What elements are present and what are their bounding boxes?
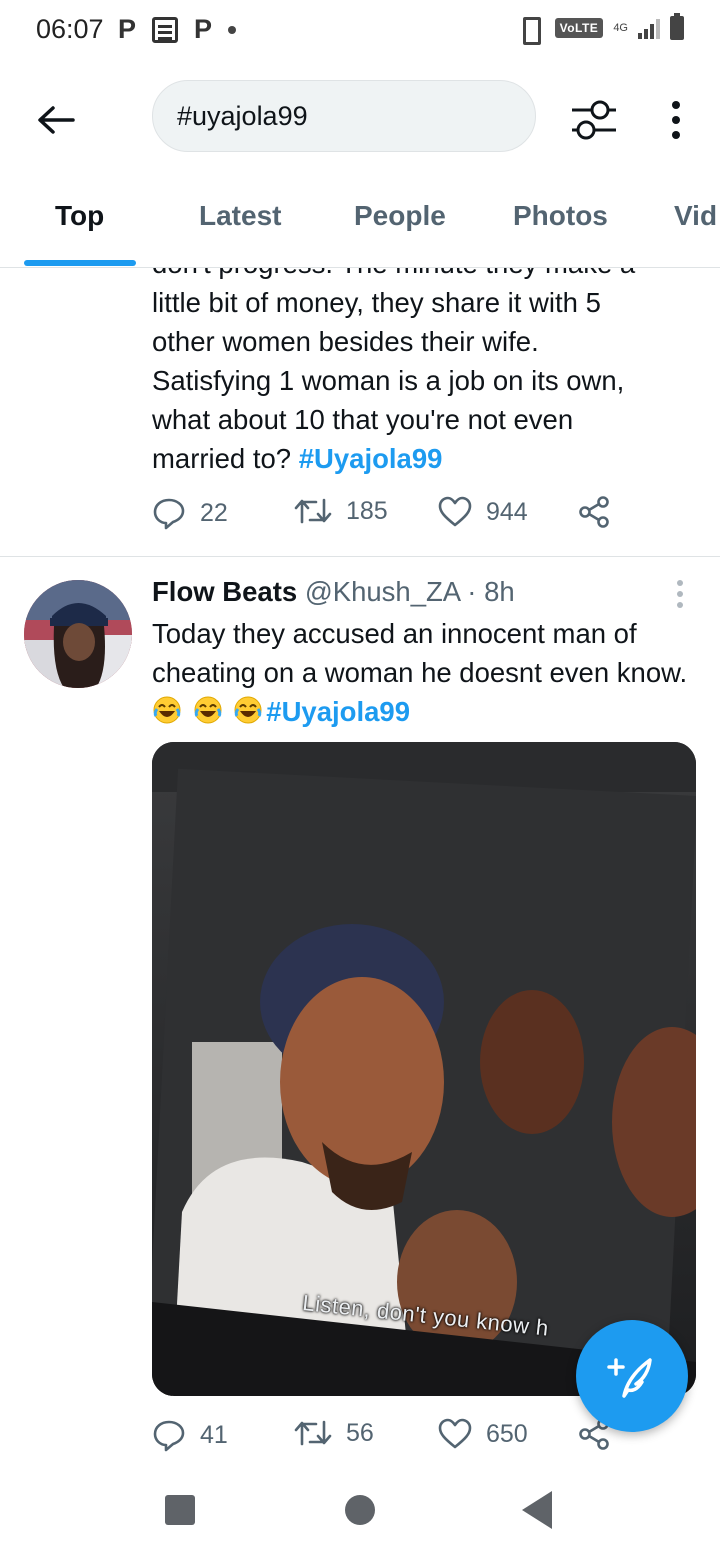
laughing-emoji-icon — [234, 696, 262, 724]
tweet-actions: 22 185 944 — [152, 496, 632, 536]
tweet-text-line: married to? #Uyajola99 — [152, 439, 692, 478]
overflow-menu-button[interactable] — [650, 92, 702, 148]
dot-icon — [672, 101, 680, 109]
reply-icon — [153, 498, 185, 530]
timeline[interactable]: don't progress. The minute they make a l… — [0, 268, 720, 1468]
reply-count: 22 — [200, 498, 228, 527]
laughing-emoji-icon — [194, 696, 222, 724]
tweet-text: Today they accused an innocent man of ch… — [152, 614, 697, 731]
sliders-icon — [572, 100, 616, 140]
tweet-text-line: don't progress. The minute they make a — [152, 268, 692, 283]
network-type: 4G — [613, 22, 628, 34]
tweet-text-line: Satisfying 1 woman is a job on its own, — [152, 365, 625, 396]
back-button[interactable] — [28, 92, 84, 148]
tab-latest[interactable]: Latest — [199, 200, 281, 232]
reply-icon — [153, 1420, 185, 1452]
tweet-text: don't progress. The minute they make a l… — [152, 268, 692, 478]
p-notification-icon: P — [118, 14, 137, 44]
recent-apps-button[interactable] — [165, 1495, 195, 1525]
vibrate-icon — [515, 17, 545, 45]
tweet-time: 8h — [484, 576, 515, 607]
home-button[interactable] — [345, 1495, 375, 1525]
tweet-media-image[interactable]: Listen, don't you know h — [152, 742, 696, 1396]
search-filter-button[interactable] — [566, 92, 622, 148]
retweet-button[interactable]: 185 — [294, 496, 388, 526]
like-button[interactable]: 650 — [438, 1418, 528, 1450]
retweet-button[interactable]: 56 — [294, 1418, 374, 1448]
reply-button[interactable]: 22 — [152, 496, 228, 530]
tweet-actions: 41 56 650 — [152, 1418, 632, 1458]
tweet-divider — [0, 556, 720, 557]
heart-icon — [438, 496, 472, 527]
like-count: 650 — [486, 1419, 528, 1448]
signal-icon — [638, 17, 660, 39]
heart-icon — [438, 1418, 472, 1449]
notification-icons: P P — [118, 14, 237, 45]
tweet-header: Flow Beats @Khush_ZA · 8h — [152, 576, 515, 608]
dot-icon — [672, 116, 680, 124]
retweet-icon — [294, 1420, 332, 1446]
arrow-left-icon — [38, 106, 75, 134]
retweet-count: 56 — [346, 1418, 374, 1447]
tweet-text-line: little bit of money, they share it with … — [152, 287, 601, 318]
tweet-menu-button[interactable] — [668, 580, 692, 610]
dot-icon — [677, 591, 683, 597]
tweet-text-line: other women besides their wife. — [152, 326, 539, 357]
tweet-body: Today they accused an innocent man of ch… — [152, 618, 688, 688]
system-back-button[interactable] — [522, 1491, 552, 1529]
tab-top[interactable]: Top — [55, 200, 104, 232]
status-bar: 06:07 P P VoLTE 4G — [0, 0, 720, 62]
tab-photos[interactable]: Photos — [513, 200, 608, 232]
search-input[interactable]: #uyajola99 — [152, 80, 536, 152]
dot-icon — [672, 131, 680, 139]
tweet-card[interactable]: don't progress. The minute they make a l… — [0, 268, 720, 488]
compose-feather-icon — [607, 1358, 652, 1398]
system-icons: VoLTE 4G — [515, 13, 684, 45]
dot-icon — [677, 602, 683, 608]
laughing-emoji — [152, 692, 266, 731]
search-header: #uyajola99 — [0, 62, 720, 172]
laughing-emoji-icon — [153, 696, 181, 724]
document-icon — [152, 16, 179, 43]
retweet-icon — [294, 498, 332, 524]
like-button[interactable]: 944 — [438, 496, 528, 528]
share-icon — [579, 496, 609, 528]
tab-videos[interactable]: Vid — [674, 200, 717, 232]
tweet-text-segment: married to? — [152, 443, 292, 474]
tweet-text-line: what about 10 that you're not even — [152, 404, 574, 435]
search-tabs: Top Latest People Photos Vid — [0, 190, 720, 268]
like-count: 944 — [486, 497, 528, 526]
separator: · — [467, 576, 477, 607]
avatar[interactable] — [24, 580, 132, 688]
reply-count: 41 — [200, 1420, 228, 1449]
compose-tweet-button[interactable] — [576, 1320, 688, 1432]
reply-button[interactable]: 41 — [152, 1418, 228, 1452]
active-tab-indicator — [24, 260, 136, 266]
p-notification-icon-2: P — [194, 14, 213, 44]
system-navigation-bar — [0, 1468, 720, 1560]
status-time: 06:07 — [36, 14, 104, 44]
author-name[interactable]: Flow Beats — [152, 576, 297, 607]
tab-people[interactable]: People — [354, 200, 446, 232]
hashtag-link[interactable]: #Uyajola99 — [299, 443, 443, 474]
dot-icon — [677, 580, 683, 586]
volte-badge: VoLTE — [554, 18, 604, 38]
battery-icon — [670, 13, 684, 40]
retweet-count: 185 — [346, 496, 388, 525]
tv-screen-photo — [152, 742, 696, 1396]
hashtag-link[interactable]: #Uyajola99 — [266, 696, 410, 727]
dot-icon — [228, 25, 237, 34]
share-button[interactable] — [578, 496, 610, 528]
author-handle[interactable]: @Khush_ZA — [305, 576, 460, 607]
